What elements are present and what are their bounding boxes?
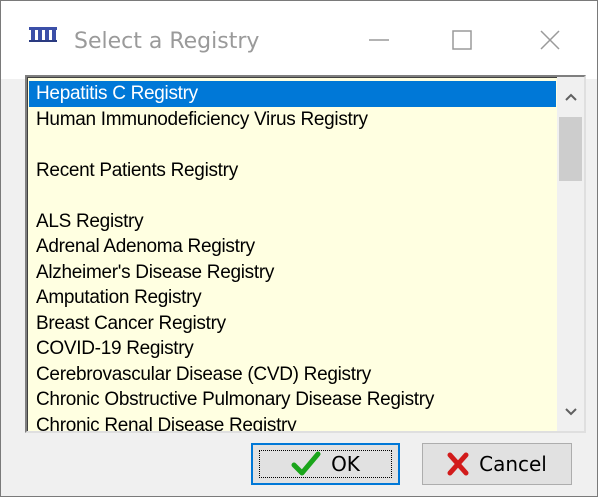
title-bar[interactable]: Select a Registry <box>1 1 597 79</box>
scroll-up-icon[interactable] <box>557 83 584 110</box>
red-x-icon <box>447 452 469 476</box>
list-separator <box>29 183 556 209</box>
ok-button[interactable]: OK <box>251 443 400 485</box>
select-registry-dialog: Select a Registry Hepatitis C Registry H… <box>0 0 598 497</box>
list-item-adrenal-adenoma[interactable]: Adrenal Adenoma Registry <box>29 234 556 260</box>
scroll-down-icon[interactable] <box>557 398 584 425</box>
list-item-recent-patients[interactable]: Recent Patients Registry <box>29 158 556 184</box>
list-item-chronic-renal[interactable]: Chronic Renal Disease Registry <box>29 413 556 432</box>
list-item-alzheimers[interactable]: Alzheimer's Disease Registry <box>29 260 556 286</box>
cancel-button-label: Cancel <box>479 452 547 476</box>
window-title: Select a Registry <box>74 29 260 54</box>
registry-list: Hepatitis C Registry Human Immunodeficie… <box>29 81 556 432</box>
registry-listbox[interactable]: Hepatitis C Registry Human Immunodeficie… <box>25 75 586 433</box>
vertical-scrollbar[interactable] <box>557 77 584 431</box>
cancel-button[interactable]: Cancel <box>422 443 572 485</box>
list-separator <box>29 132 556 158</box>
list-item-cvd[interactable]: Cerebrovascular Disease (CVD) Registry <box>29 362 556 388</box>
focus-rectangle <box>259 450 392 478</box>
scrollbar-thumb[interactable] <box>559 117 582 181</box>
list-item-hiv[interactable]: Human Immunodeficiency Virus Registry <box>29 107 556 133</box>
list-item-covid-19[interactable]: COVID-19 Registry <box>29 336 556 362</box>
list-item-hepatitis-c[interactable]: Hepatitis C Registry <box>29 81 556 107</box>
list-item-copd[interactable]: Chronic Obstructive Pulmonary Disease Re… <box>29 387 556 413</box>
maximize-icon[interactable] <box>439 17 485 63</box>
list-item-als[interactable]: ALS Registry <box>29 209 556 235</box>
minimize-icon[interactable] <box>356 17 402 63</box>
list-item-amputation[interactable]: Amputation Registry <box>29 285 556 311</box>
registry-app-icon <box>29 25 57 43</box>
close-icon[interactable] <box>527 17 573 63</box>
list-item-breast-cancer[interactable]: Breast Cancer Registry <box>29 311 556 337</box>
